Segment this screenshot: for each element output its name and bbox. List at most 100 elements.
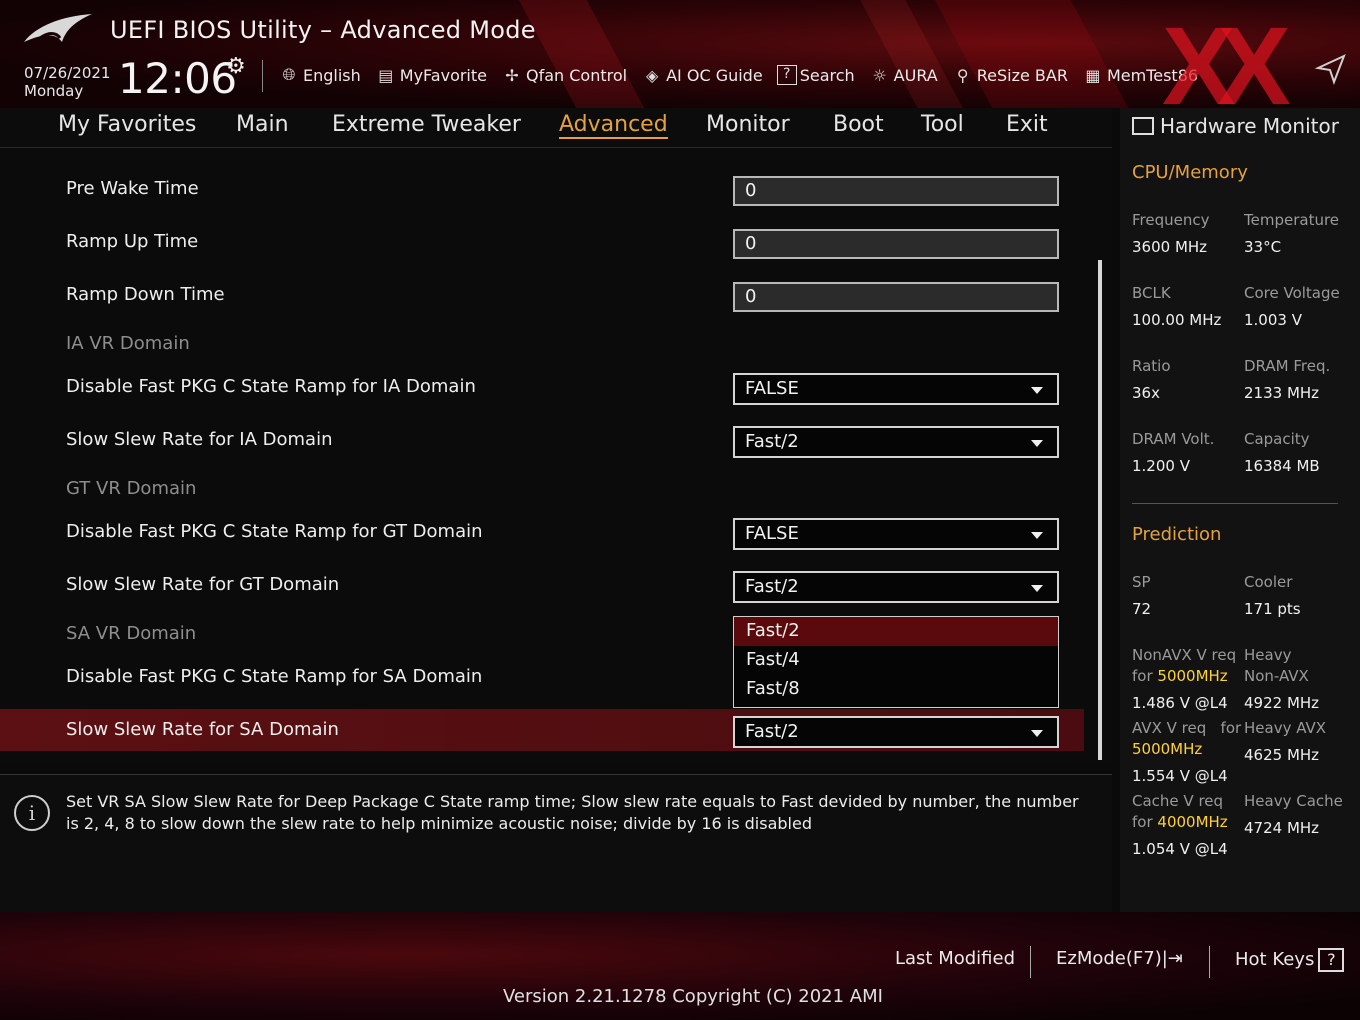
fan-icon: ✢ (505, 65, 519, 85)
ai-oc-label: AI OC Guide (666, 65, 763, 85)
gt-fast-pkg-select[interactable]: FALSE (733, 518, 1059, 550)
hw-divider (1132, 503, 1338, 504)
language-label: English (303, 65, 361, 85)
gear-icon[interactable]: ⚙ (226, 54, 246, 79)
settings-panel: Pre Wake Time 0 Ramp Up Time 0 Ramp Down… (0, 150, 1112, 766)
setting-label: Pre Wake Time (66, 178, 199, 199)
prediction-section: Prediction (1132, 524, 1222, 545)
favorite-list-icon: ▤ (378, 65, 394, 85)
dram-freq-value: 2133 MHz (1244, 384, 1320, 402)
select-value: Fast/2 (745, 576, 799, 597)
capacity-value: 16384 MB (1244, 457, 1320, 475)
heavy-cache-value: 4724 MHz (1244, 819, 1320, 837)
search-help-icon: ? (776, 65, 797, 85)
nonavx-label-line2: for 5000MHz (1132, 666, 1236, 687)
caret-down-icon (1031, 730, 1043, 737)
ramp-up-time-input[interactable]: 0 (733, 229, 1059, 259)
bclk-value: 100.00 MHz (1132, 311, 1222, 329)
setting-label: Slow Slew Rate for SA Domain (66, 719, 339, 740)
frequency-value: 3600 MHz (1132, 238, 1208, 256)
tab-monitor[interactable]: Monitor (706, 112, 790, 137)
cpu-memory-section: CPU/Memory (1132, 162, 1248, 183)
main-tabs: My Favorites Main Extreme Tweaker Advanc… (0, 108, 1112, 148)
section-ia-vr-domain: IA VR Domain (66, 333, 190, 354)
caret-down-icon (1031, 440, 1043, 447)
ezmode-label: EzMode(F7)| (1056, 948, 1168, 969)
date-display: 07/26/2021 Monday (24, 64, 110, 100)
tab-my-favorites[interactable]: My Favorites (58, 112, 196, 137)
search-button[interactable]: ? Search (776, 62, 855, 88)
section-gt-vr-domain: GT VR Domain (66, 478, 197, 499)
dropdown-option-fast-4[interactable]: Fast/4 (734, 646, 1058, 675)
cache-label-line1: Cache V req (1132, 792, 1224, 810)
heavy-nonavx-value: 4922 MHz (1244, 694, 1320, 712)
monitor-icon (1132, 117, 1154, 135)
hot-keys-button[interactable]: Hot Keys? (1235, 948, 1345, 972)
sa-slew-select[interactable]: Fast/2 (733, 716, 1059, 748)
gt-slew-select[interactable]: Fast/2 (733, 571, 1059, 603)
heavy-nonavx-line2: Non-AVX (1244, 667, 1309, 685)
select-value: FALSE (745, 378, 799, 399)
heavy-avx-value: 4625 MHz (1244, 746, 1320, 764)
bclk-label: BCLK (1132, 284, 1171, 302)
resize-bar-icon: ⚲ (956, 65, 969, 85)
cooler-value: 171 pts (1244, 600, 1301, 618)
dram-freq-label: DRAM Freq. (1244, 357, 1331, 375)
avx-voltage: 1.554 V @L4 (1132, 767, 1228, 785)
tab-main[interactable]: Main (236, 112, 289, 137)
heavy-nonavx-line1: Heavy (1244, 646, 1292, 664)
search-label: Search (799, 65, 855, 85)
ai-oc-guide-button[interactable]: ◈ AI OC Guide (641, 62, 763, 88)
ratio-label: Ratio (1132, 357, 1171, 375)
dram-volt-label: DRAM Volt. (1132, 430, 1215, 448)
avx-label-text: AVX V req (1132, 719, 1207, 737)
aura-button[interactable]: ☼ AURA (869, 62, 937, 88)
hardware-monitor-panel: Hardware Monitor CPU/Memory Frequency 36… (1120, 108, 1360, 912)
clock-display: 12:06 (118, 54, 237, 103)
footer-divider (1030, 946, 1031, 978)
resize-bar-button[interactable]: ⚲ ReSize BAR (952, 62, 1068, 88)
qfan-control-button[interactable]: ✢ Qfan Control (501, 62, 627, 88)
setting-label: Slow Slew Rate for IA Domain (66, 429, 333, 450)
cache-for: for (1132, 813, 1153, 831)
cache-voltage: 1.054 V @L4 (1132, 840, 1228, 858)
core-voltage-label: Core Voltage (1244, 284, 1340, 302)
cache-label: Cache V req for 4000MHz (1132, 791, 1228, 833)
myfavorite-label: MyFavorite (399, 65, 487, 85)
slew-rate-dropdown-list: Fast/2 Fast/4 Fast/8 (733, 616, 1059, 708)
core-voltage-value: 1.003 V (1244, 311, 1302, 329)
tab-exit[interactable]: Exit (1006, 112, 1048, 137)
last-modified-button[interactable]: Last Modified (895, 948, 1015, 969)
help-panel: i Set VR SA Slow Slew Rate for Deep Pack… (0, 774, 1112, 912)
language-button[interactable]: 🌐︎ English (278, 62, 361, 88)
hot-keys-label: Hot Keys (1235, 949, 1315, 970)
tab-boot[interactable]: Boot (833, 112, 884, 137)
cache-label-line2: for 4000MHz (1132, 812, 1228, 833)
tab-extreme-tweaker[interactable]: Extreme Tweaker (332, 112, 521, 137)
setting-label: Slow Slew Rate for GT Domain (66, 574, 340, 595)
header-divider (262, 60, 263, 92)
ezmode-button[interactable]: EzMode(F7)|⇥ (1056, 948, 1183, 969)
cooler-label: Cooler (1244, 573, 1293, 591)
ia-fast-pkg-select[interactable]: FALSE (733, 373, 1059, 405)
caret-down-icon (1031, 532, 1043, 539)
dropdown-option-fast-8[interactable]: Fast/8 (734, 675, 1058, 704)
ia-slew-select[interactable]: Fast/2 (733, 426, 1059, 458)
tab-tool[interactable]: Tool (921, 112, 964, 137)
setting-label: Disable Fast PKG C State Ramp for SA Dom… (66, 666, 483, 687)
help-text: Set VR SA Slow Slew Rate for Deep Packag… (66, 792, 1079, 833)
memory-icon: ▦ (1085, 65, 1101, 85)
temperature-value: 33°C (1244, 238, 1282, 256)
setting-label: Disable Fast PKG C State Ramp for IA Dom… (66, 376, 476, 397)
dropdown-option-fast-2[interactable]: Fast/2 (734, 617, 1058, 646)
app-title: UEFI BIOS Utility – Advanced Mode (110, 16, 536, 44)
settings-scrollbar[interactable] (1098, 260, 1102, 760)
ramp-down-time-input[interactable]: 0 (733, 282, 1059, 312)
avx-label: AVX V req for 5000MHz (1132, 718, 1241, 760)
nonavx-freq: 5000MHz (1157, 667, 1228, 685)
nonavx-label-line1: NonAVX V req (1132, 646, 1237, 664)
pre-wake-time-input[interactable]: 0 (733, 176, 1059, 206)
caret-down-icon (1031, 387, 1043, 394)
myfavorite-button[interactable]: ▤ MyFavorite (375, 62, 487, 88)
tab-advanced[interactable]: Advanced (559, 112, 668, 139)
